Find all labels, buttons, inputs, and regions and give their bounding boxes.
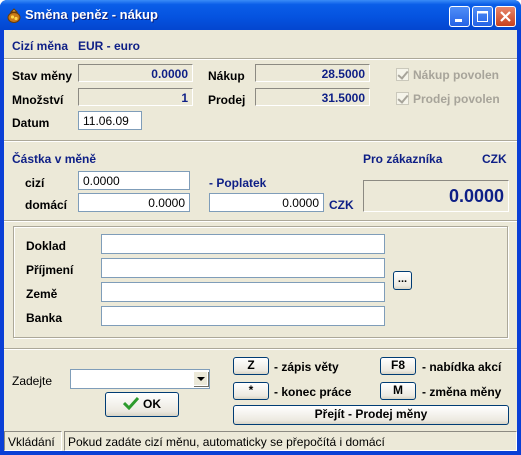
stav-label: Stav měny: [12, 69, 73, 83]
m-key-desc: - změna měny: [422, 385, 502, 399]
window-content: Cizí měna EUR - euro Stav měny 0.0000 Ná…: [4, 30, 517, 451]
banka-input[interactable]: [101, 306, 385, 326]
close-icon: [500, 11, 511, 22]
domaci-label: domácí: [25, 198, 68, 212]
divider: [4, 58, 517, 60]
poplatek-label: - Poplatek: [209, 176, 267, 190]
nakup-povolen-checkbox[interactable]: [396, 68, 409, 81]
z-key-desc: - zápis věty: [274, 360, 339, 374]
chevron-down-icon[interactable]: [193, 371, 208, 386]
prodej-povolen-label: Prodej povolen: [413, 92, 500, 106]
banka-label: Banka: [26, 311, 63, 325]
prijmeni-label: Příjmení: [26, 263, 74, 277]
zadejte-dropdown[interactable]: [70, 369, 210, 389]
prodej-povolen-checkbox[interactable]: [396, 92, 409, 105]
money-bag-icon: [7, 8, 21, 23]
currency-value: EUR - euro: [78, 39, 141, 53]
mnozstvi-field: 1: [78, 88, 193, 106]
stav-field: 0.0000: [78, 64, 193, 82]
zeme-label: Země: [26, 287, 58, 301]
cizi-label: cizí: [25, 176, 45, 190]
switch-to-prodej-button[interactable]: Přejít - Prodej měny: [233, 405, 509, 425]
title-bar[interactable]: Směna peněz - nákup: [0, 0, 521, 30]
f8-key-button[interactable]: F8: [380, 357, 416, 375]
nakup-label: Nákup: [208, 69, 245, 83]
status-message: Pokud zadáte cizí měnu, automaticky se p…: [64, 431, 517, 451]
domaci-amount-input[interactable]: 0.0000: [78, 193, 190, 212]
zeme-input[interactable]: [101, 282, 385, 302]
minimize-button[interactable]: [449, 6, 470, 27]
datum-label: Datum: [12, 116, 50, 130]
f8-key-desc: - nabídka akcí: [422, 360, 502, 374]
checkmark-icon: [122, 396, 140, 411]
star-key-button[interactable]: *: [233, 382, 269, 400]
doklad-input[interactable]: [101, 234, 385, 254]
prijmeni-input[interactable]: [101, 258, 385, 278]
currency-label: Cizí měna: [12, 39, 69, 53]
poplatek-currency: CZK: [329, 198, 354, 212]
divider: [4, 140, 517, 142]
m-key-button[interactable]: M: [380, 382, 416, 400]
ok-button[interactable]: OK: [105, 392, 179, 417]
maximize-icon: [477, 11, 488, 22]
nakup-rate-field: 28.5000: [255, 64, 370, 82]
customer-currency: CZK: [482, 152, 507, 166]
nakup-povolen-label: Nákup povolen: [413, 68, 500, 82]
app-window: Směna peněz - nákup Cizí měna EUR - euro…: [0, 0, 521, 455]
divider: [4, 220, 517, 222]
datum-input[interactable]: 11.06.09: [78, 111, 142, 130]
close-button[interactable]: [495, 6, 516, 27]
prodej-rate-field: 31.5000: [255, 88, 370, 106]
ok-label: OK: [143, 397, 161, 411]
status-mode: Vkládání: [4, 431, 62, 451]
mnozstvi-label: Množství: [12, 93, 64, 107]
divider: [4, 348, 517, 350]
doklad-label: Doklad: [26, 239, 67, 253]
customer-total: 0.0000: [363, 180, 509, 212]
zeme-browse-button[interactable]: ...: [393, 271, 412, 290]
window-title: Směna peněz - nákup: [25, 7, 158, 22]
cizi-amount-input[interactable]: 0.0000: [78, 171, 190, 190]
zadejte-label: Zadejte: [12, 374, 53, 388]
minimize-icon: [455, 19, 462, 22]
prodej-label: Prodej: [208, 93, 246, 107]
star-key-desc: - konec práce: [274, 385, 352, 399]
maximize-button[interactable]: [472, 6, 493, 27]
castka-section-label: Částka v měně: [12, 152, 97, 166]
customer-label: Pro zákazníka: [363, 152, 443, 166]
poplatek-input[interactable]: 0.0000: [209, 193, 324, 212]
z-key-button[interactable]: Z: [233, 357, 269, 375]
